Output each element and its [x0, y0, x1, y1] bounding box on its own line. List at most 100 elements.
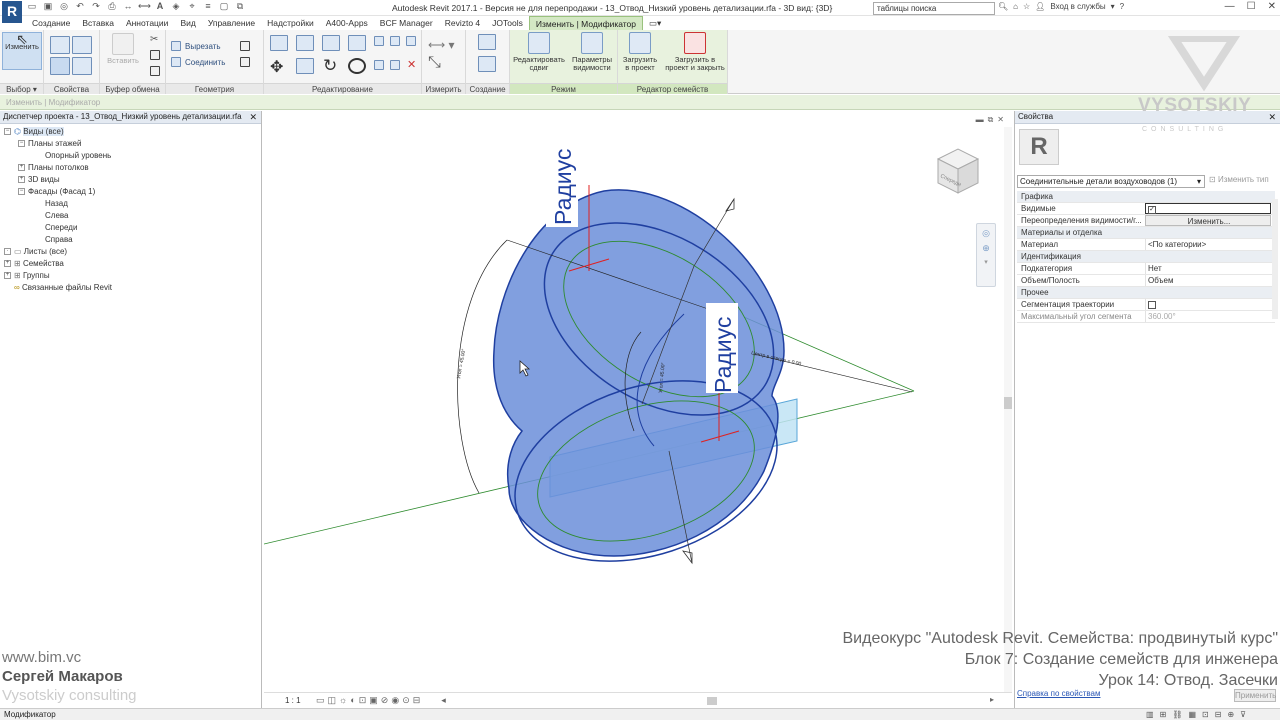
filter-icon[interactable]: ⊽ [1240, 709, 1246, 720]
prop-row-visible[interactable]: Видимые ✓ [1017, 203, 1275, 215]
worksets-icon[interactable]: ▥ [1146, 709, 1154, 720]
vertical-scrollbar[interactable] [1004, 127, 1012, 692]
shadows-icon[interactable]: ◐ [350, 695, 355, 706]
viewcube[interactable]: Спереди [934, 145, 982, 197]
collapse-icon[interactable]: − [4, 128, 11, 136]
close-browser-icon[interactable]: ✕ [249, 111, 257, 123]
radius-label[interactable]: Радиус [710, 317, 736, 393]
match-type-icon[interactable] [150, 66, 160, 76]
cut-geometry-label[interactable]: Вырезать [185, 42, 221, 51]
segmentation-checkbox[interactable] [1148, 300, 1156, 309]
exchange-icon[interactable]: ☆ [1023, 2, 1030, 11]
reveal-hidden-icon[interactable]: ⊙ [402, 695, 410, 706]
undo-icon[interactable]: ↶ [74, 1, 86, 12]
select-links-icon[interactable]: ⛓ [1172, 709, 1182, 720]
expand-icon[interactable]: + [18, 164, 25, 172]
drag-elements-icon[interactable]: ⊕ [1227, 709, 1234, 720]
minimize-icon[interactable]: — [1225, 1, 1235, 12]
family-types-icon[interactable] [50, 57, 70, 75]
family-category-icon[interactable] [72, 57, 92, 75]
elbow-3d-model[interactable]: Угол = 45.00° Угол = 45.00° Центр в отво… [264, 111, 1012, 708]
tab-bcf-manager[interactable]: BCF Manager [374, 16, 439, 30]
tab-a400-apps[interactable]: A400-Apps [320, 16, 374, 30]
join-geometry-label[interactable]: Соединить [185, 58, 225, 67]
select-by-face-icon[interactable]: ⊟ [1215, 709, 1222, 720]
horizontal-scroll-thumb[interactable] [707, 697, 717, 705]
tree-item-floor-plans[interactable]: − Планы этажей [18, 139, 81, 149]
steering-wheel-icon[interactable]: ◎ [977, 228, 995, 239]
tree-item-3d-views[interactable]: +3D виды [18, 175, 60, 185]
scroll-left-icon[interactable]: ◂ [441, 695, 446, 706]
revit-logo-icon[interactable]: R [2, 1, 22, 23]
angle-label[interactable]: Угол = 45.00° [456, 348, 467, 379]
properties-icon[interactable] [50, 36, 70, 54]
split-element-icon[interactable] [374, 36, 384, 46]
cut-geometry-icon[interactable] [171, 41, 181, 51]
collapse-icon[interactable]: − [18, 188, 25, 196]
offset-icon[interactable] [296, 35, 314, 51]
zoom-icon[interactable]: ⊕ [977, 243, 995, 254]
paste-button[interactable]: Вставить [106, 33, 140, 65]
measure-tool-icon[interactable]: ⟷ ▾ [428, 38, 455, 52]
open-icon[interactable]: ▭ [26, 1, 38, 12]
prop-solid-void-value[interactable]: Объем [1145, 275, 1271, 286]
load-and-close-button[interactable]: Загрузить в проект и закрыть [664, 32, 726, 72]
tab-addins[interactable]: Надстройки [261, 16, 320, 30]
copy-element-icon[interactable] [296, 58, 314, 74]
panel-label-select[interactable]: Выбор ▾ [0, 83, 43, 94]
unpin-icon[interactable] [406, 36, 416, 46]
pin-icon[interactable] [390, 36, 400, 46]
tab-jotools[interactable]: JOTools [486, 16, 529, 30]
close-icon[interactable]: ✕ [1268, 1, 1276, 12]
prop-row-material[interactable]: Материал <По категории> [1017, 239, 1275, 251]
prop-group-identity[interactable]: Идентификация [1017, 251, 1275, 263]
mirror-draw-icon[interactable] [348, 35, 366, 51]
view-3d-icon[interactable]: ◈ [170, 1, 182, 12]
tree-item-families[interactable]: + ⊞ Семейства [4, 259, 64, 269]
split-face-icon[interactable] [240, 41, 250, 51]
prop-max-angle-value[interactable]: 360.00° [1145, 311, 1271, 322]
tab-annotate[interactable]: Аннотации [120, 16, 175, 30]
redo-icon[interactable]: ↷ [90, 1, 102, 12]
prop-group-graphics[interactable]: Графика [1017, 191, 1275, 203]
move-icon[interactable]: ✥ [270, 57, 283, 77]
load-into-project-button[interactable]: Загрузить в проект [620, 32, 660, 72]
type-properties-icon[interactable] [72, 36, 92, 54]
tree-item-views[interactable]: − ⌬ Виды (все) [4, 127, 64, 137]
elbow-solid[interactable] [492, 189, 785, 557]
close-hidden-icon[interactable]: ▢ [218, 1, 230, 12]
cut-clip-icon[interactable]: ✂ [150, 34, 158, 45]
ribbon-toggle-icon[interactable]: ▭▾ [643, 16, 667, 30]
measure-icon[interactable]: ↔ [122, 1, 134, 12]
prop-row-trajectory-segmentation[interactable]: Сегментация траектории [1017, 299, 1275, 311]
array-icon[interactable] [374, 60, 384, 70]
prop-group-other[interactable]: Прочее [1017, 287, 1275, 299]
subscription-icon[interactable]: ⌂ [1013, 2, 1018, 11]
visibility-settings-button[interactable]: Параметры видимости [568, 32, 616, 72]
modify-button[interactable]: ⇖ Изменить [2, 32, 42, 70]
tree-item-elevations[interactable]: − Фасады (Фасад 1) [18, 187, 95, 197]
properties-scrollbar[interactable] [1272, 199, 1278, 319]
tree-item-sheets[interactable]: · ▭ Листы (все) [4, 247, 67, 257]
cart-icon[interactable]: ▾ [1111, 2, 1115, 11]
create-group-icon[interactable] [478, 56, 496, 72]
mirror-axis-icon[interactable] [322, 35, 340, 51]
radius-label[interactable]: Радиус [550, 149, 576, 225]
copy-icon[interactable] [150, 50, 160, 60]
prop-subcategory-value[interactable]: Нет [1145, 263, 1271, 274]
paint-icon[interactable] [240, 57, 250, 67]
collapse-icon[interactable]: − [18, 140, 25, 148]
delete-icon[interactable]: ✕ [407, 58, 416, 71]
prop-row-max-segment-angle[interactable]: Максимальный угол сегмента 360.00° [1017, 311, 1275, 323]
lock-view-icon[interactable]: ⊘ [381, 695, 389, 706]
visual-style-icon[interactable]: ◫ [328, 695, 337, 706]
tab-insert[interactable]: Вставка [76, 16, 120, 30]
user-icon[interactable]: 👤︎ [1035, 2, 1045, 11]
expand-icon[interactable]: + [4, 272, 11, 280]
search-icon[interactable]: 🔍︎ [998, 2, 1008, 11]
thin-lines-icon[interactable]: ≡ [202, 1, 214, 12]
trim-icon[interactable] [348, 58, 366, 74]
type-selector[interactable]: Соединительные детали воздуховодов (1) ▾ [1017, 175, 1205, 188]
edit-type-button[interactable]: ⊡ Изменить тип [1209, 175, 1269, 184]
show-crop-icon[interactable]: ▣ [369, 695, 378, 706]
